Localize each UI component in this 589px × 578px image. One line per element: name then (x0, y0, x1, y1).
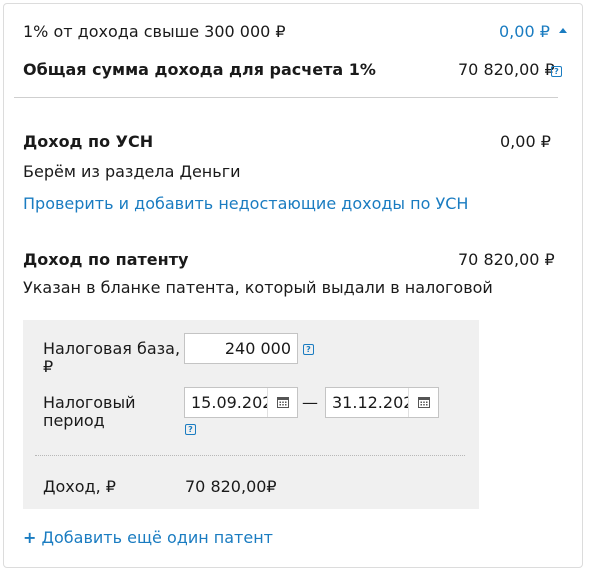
usn-title: Доход по УСН (23, 132, 154, 151)
income-value: 70 820,00₽ (185, 477, 277, 496)
income-label: Доход, ₽ (43, 477, 116, 496)
chevron-up-icon (558, 28, 567, 33)
period-end-input[interactable]: 31.12.2020 (325, 387, 439, 418)
tax-base-label-line1: Налоговая база, (43, 339, 181, 358)
tax-period-label-line1: Налоговый (43, 393, 136, 412)
total-value: 70 820,00 ₽ (458, 60, 555, 79)
add-patent-link[interactable]: + Добавить ещё один патент (23, 528, 273, 547)
divider (14, 97, 558, 98)
one-percent-label: 1% от дохода свыше 300 000 ₽ (23, 22, 286, 41)
help-icon[interactable]: ? (303, 344, 314, 355)
tax-period-label-line2: период (43, 411, 105, 430)
tax-base-label-line2: ₽ (43, 357, 54, 376)
usn-value: 0,00 ₽ (500, 132, 551, 151)
one-percent-value: 0,00 ₽ (499, 22, 550, 41)
calendar-icon[interactable] (267, 388, 297, 417)
check-usn-link[interactable]: Проверить и добавить недостающие доходы … (23, 194, 468, 213)
plus-icon: + (23, 528, 37, 547)
tax-base-input[interactable]: 240 000 (184, 333, 298, 364)
patent-title: Доход по патенту (23, 250, 189, 269)
calendar-icon[interactable] (408, 388, 438, 417)
tax-base-label: Налоговая база, ₽ (43, 340, 180, 376)
dotted-divider (35, 455, 465, 456)
patent-value: 70 820,00 ₽ (458, 250, 555, 269)
tax-period-label: Налоговый период (43, 394, 136, 430)
help-icon[interactable]: ? (185, 424, 196, 435)
help-icon[interactable]: ? (551, 66, 562, 77)
add-patent-label: Добавить ещё один патент (41, 528, 273, 547)
patent-description: Указан в бланке патента, который выдали … (23, 278, 493, 297)
total-label: Общая сумма дохода для расчета 1% (23, 60, 376, 79)
usn-source-text: Берём из раздела Деньги (23, 162, 241, 181)
period-separator: — (302, 393, 318, 412)
period-start-input[interactable]: 15.09.2020 (184, 387, 298, 418)
one-percent-toggle[interactable]: 0,00 ₽ (499, 22, 567, 41)
